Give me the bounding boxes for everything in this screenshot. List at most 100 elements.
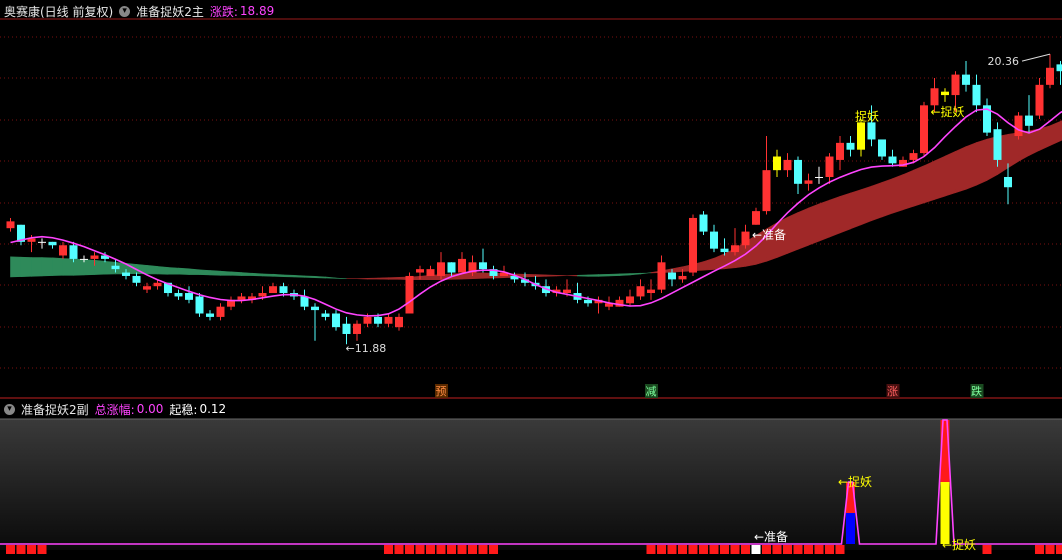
candle-body	[479, 262, 487, 270]
start-stable-value: 0.12	[199, 402, 227, 416]
candle-body	[458, 258, 466, 273]
band-segment	[83, 259, 95, 276]
band-segment	[157, 266, 169, 275]
band-segment	[818, 199, 830, 242]
band-segment	[902, 169, 914, 211]
main-annotation: 捉妖	[855, 108, 879, 123]
band-segment	[293, 274, 305, 278]
band-segment	[52, 257, 64, 276]
signal-block	[6, 545, 15, 554]
band-segment	[640, 272, 652, 275]
main-indicator-name[interactable]: 准备捉妖2主	[136, 3, 204, 20]
candle-body	[374, 316, 382, 324]
candle-body	[447, 262, 456, 273]
band-segment	[146, 265, 158, 275]
candle-body	[206, 313, 214, 317]
candle-body	[300, 296, 309, 307]
band-segment	[20, 256, 32, 277]
candle-body	[689, 217, 697, 273]
candle-body	[804, 180, 813, 184]
band-segment	[881, 178, 893, 218]
signal-block	[457, 545, 467, 554]
max-price-label: 20.36	[988, 55, 1020, 68]
candle-body	[321, 313, 330, 317]
candle-body	[951, 74, 960, 96]
band-segment	[220, 270, 232, 276]
total-change-value: 0.00	[136, 402, 164, 416]
candle-body	[794, 159, 802, 184]
band-segment	[598, 273, 610, 277]
chart-canvas[interactable]: 20.36←11.88←准备捉妖 ←捉妖预减涨跌←准备←捉妖←捉妖	[0, 0, 1062, 560]
candle-body	[416, 269, 424, 273]
candle-body	[657, 262, 666, 290]
signal-label: 涨	[887, 385, 898, 398]
band-segment	[314, 275, 326, 279]
band-segment	[797, 207, 809, 250]
signal-block	[489, 545, 498, 554]
total-change-label: 总涨幅:	[94, 402, 135, 417]
candle-body	[143, 286, 151, 290]
signal-block	[27, 545, 36, 554]
candle-body	[395, 316, 403, 328]
candle-body	[752, 211, 760, 225]
band-segment	[955, 146, 967, 194]
candle-body	[867, 122, 876, 140]
candle-body	[878, 139, 886, 157]
band-segment	[871, 182, 883, 222]
band-segment	[556, 274, 568, 277]
candle-body	[941, 91, 949, 96]
band-segment	[272, 273, 284, 277]
candle-body	[825, 156, 834, 177]
band-segment	[619, 273, 631, 276]
band-segment	[923, 160, 935, 204]
candle-body	[741, 231, 750, 246]
band-segment	[545, 274, 557, 277]
band-segment	[335, 277, 347, 279]
candle-body	[185, 293, 193, 300]
band-segment	[304, 275, 316, 278]
signal-block	[646, 545, 656, 554]
candle-body	[59, 245, 67, 256]
band-segment	[472, 272, 484, 280]
band-segment	[587, 274, 599, 277]
candle-body	[720, 248, 729, 253]
signal-block	[982, 545, 992, 554]
sub-chart-header: ▾ 准备捉妖2副 总涨幅: 0.00 起稳: 0.12	[4, 400, 232, 418]
signal-block	[699, 545, 708, 554]
signal-block	[436, 545, 446, 554]
candle-body	[699, 214, 708, 232]
candle-body	[342, 323, 351, 334]
band-segment	[703, 257, 715, 271]
band-segment	[860, 185, 872, 226]
candle-body	[153, 282, 162, 287]
band-segment	[839, 192, 851, 234]
candle-body	[1056, 64, 1062, 72]
sub-indicator-menu-icon[interactable]: ▾	[4, 403, 15, 415]
candle-body	[888, 156, 897, 164]
candle-body	[111, 265, 120, 270]
signal-block	[825, 545, 834, 554]
signal-block	[16, 545, 26, 554]
band-segment	[199, 269, 211, 276]
candle-body	[773, 156, 781, 171]
candle-body	[1014, 115, 1023, 137]
indicator-menu-icon[interactable]: ▾	[119, 5, 131, 17]
signal-block	[37, 545, 47, 554]
signal-block	[657, 545, 666, 554]
band-segment	[209, 270, 221, 276]
band-segment	[167, 267, 179, 275]
band-segment	[892, 174, 904, 214]
signal-block	[762, 545, 771, 554]
sub-indicator-name[interactable]: 准备捉妖2副	[21, 401, 89, 418]
band-segment	[10, 256, 22, 278]
candle-body	[48, 241, 57, 246]
candle-body	[636, 286, 645, 297]
candle-body	[363, 316, 372, 324]
signal-block	[1056, 545, 1062, 554]
signal-block	[804, 545, 813, 554]
change-label: 涨跌:	[209, 4, 238, 19]
candle-body	[90, 255, 99, 259]
signal-block	[394, 545, 404, 554]
band-segment	[524, 273, 536, 278]
signal-block-white	[751, 545, 761, 554]
